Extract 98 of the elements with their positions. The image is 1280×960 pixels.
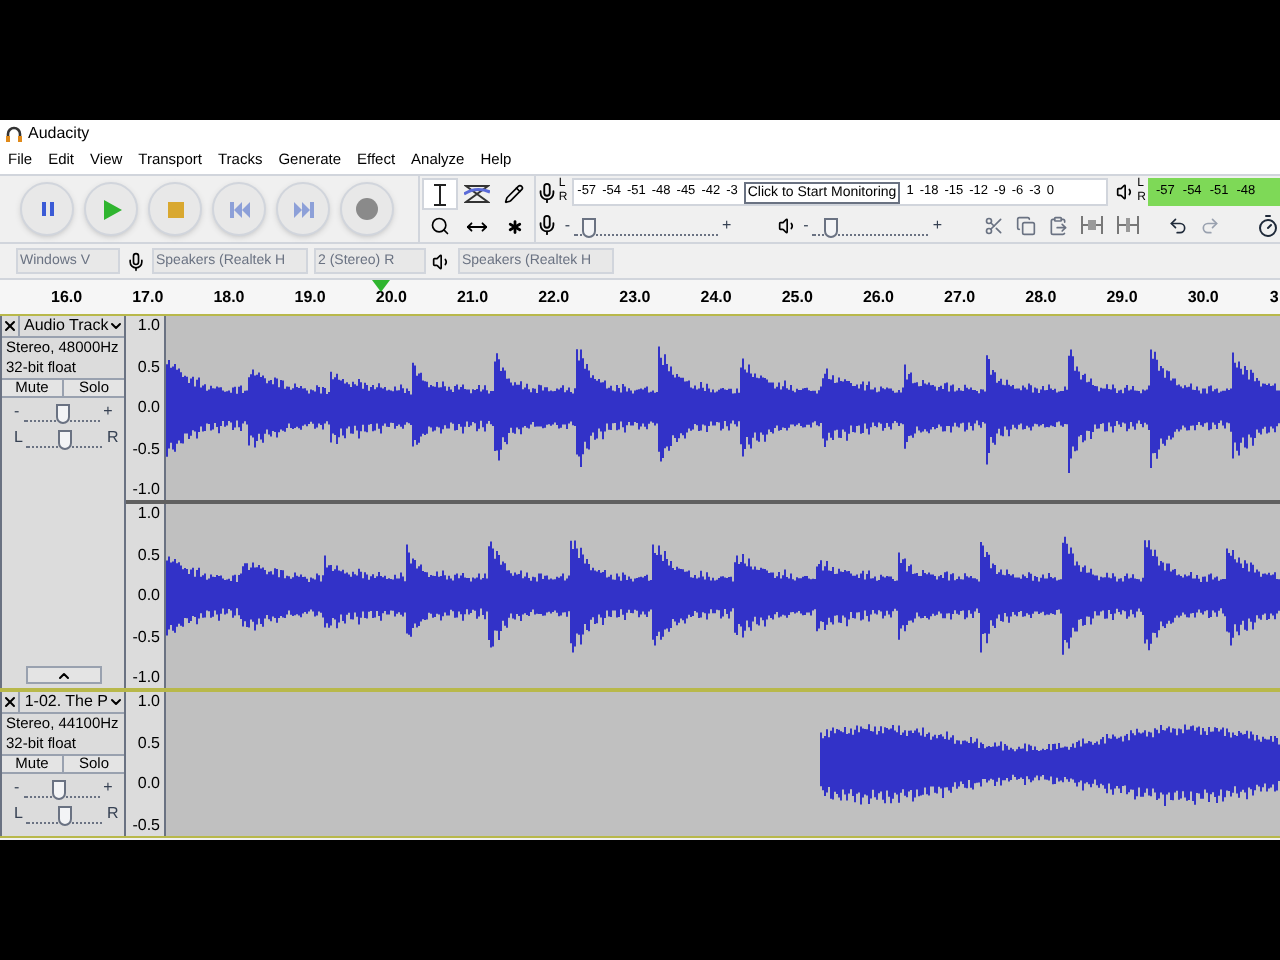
paste-icon xyxy=(1048,215,1068,236)
ruler-label: 3 xyxy=(1269,289,1279,305)
pause-icon xyxy=(41,202,53,216)
ruler-label: 27.0 xyxy=(942,289,978,305)
slider-min-label: L xyxy=(14,430,23,446)
pencil-icon xyxy=(504,184,525,204)
trim-icon xyxy=(1080,216,1104,235)
silence-icon xyxy=(1116,216,1140,235)
undo-icon xyxy=(1168,215,1188,236)
dropdown-icon xyxy=(108,318,125,334)
slider-max-label: + xyxy=(721,217,732,234)
skip-to-start-icon xyxy=(229,201,249,217)
slider-track[interactable] xyxy=(23,402,100,422)
play-button[interactable] xyxy=(84,182,138,236)
scale-label: 0.0 xyxy=(137,588,160,604)
ruler-label: 26.0 xyxy=(860,289,897,305)
envelope-icon xyxy=(464,182,491,206)
close-icon xyxy=(2,694,19,710)
scissors-icon xyxy=(984,215,1004,236)
ruler-label: 29.0 xyxy=(1104,289,1140,305)
slider-min-label: L xyxy=(14,806,23,822)
selection-tool[interactable] xyxy=(422,178,459,210)
skip-to-start-button[interactable] xyxy=(212,182,266,236)
slider-thumb[interactable] xyxy=(58,430,73,450)
track-name-menu[interactable]: Audio Track xyxy=(20,318,125,334)
ruler-label: 17.0 xyxy=(130,289,166,305)
timer-icon xyxy=(1256,213,1280,238)
microphone-icon xyxy=(126,251,146,271)
microphone-icon xyxy=(536,214,559,237)
slider-min-label: - xyxy=(14,780,20,796)
ruler-label: 30.0 xyxy=(1185,289,1221,305)
scale-label: -1.0 xyxy=(132,670,160,686)
scale-label: 0.0 xyxy=(137,776,160,793)
ruler-label: 25.0 xyxy=(779,289,815,305)
scale-label: 1.0 xyxy=(137,506,160,522)
scale-label: 0.5 xyxy=(137,547,160,563)
scale-label: 0.5 xyxy=(137,735,160,752)
redo-icon xyxy=(1200,215,1220,236)
ruler-label: 20.0 xyxy=(373,289,409,305)
skip-to-end-button[interactable] xyxy=(276,182,330,236)
slider-max-label: + xyxy=(103,404,113,420)
slider-track[interactable] xyxy=(812,215,929,236)
slider-track[interactable] xyxy=(26,428,103,448)
slider-thumb[interactable] xyxy=(51,780,66,800)
headphones-icon xyxy=(6,125,22,141)
speaker-icon xyxy=(1115,182,1136,203)
ruler-label: 16.0 xyxy=(49,289,85,305)
slider-thumb[interactable] xyxy=(55,404,70,424)
slider-max-label: R xyxy=(106,806,119,822)
slider-min-label: - xyxy=(564,217,570,234)
close-button[interactable] xyxy=(2,316,20,336)
speaker-icon xyxy=(432,251,452,271)
slider-min-label: - xyxy=(803,217,809,234)
scale-label: 1.0 xyxy=(137,694,160,710)
scale-label: 0.0 xyxy=(137,400,160,416)
zoom-icon xyxy=(430,216,451,236)
track-name-menu[interactable]: 1-02. The P xyxy=(20,694,124,710)
playhead-icon xyxy=(372,280,390,292)
ruler-label: 21.0 xyxy=(454,289,491,305)
scale-label: -0.5 xyxy=(132,441,160,457)
slider-thumb[interactable] xyxy=(824,217,839,238)
skip-to-end-icon xyxy=(293,201,313,217)
scale-label: 1.0 xyxy=(137,318,160,334)
pause-button[interactable] xyxy=(20,182,74,236)
record-icon xyxy=(356,198,378,220)
slider-max-label: + xyxy=(103,780,113,796)
ruler-label: 24.0 xyxy=(698,289,734,305)
microphone-icon xyxy=(536,181,559,204)
close-icon xyxy=(2,318,18,334)
ruler-label: 28.0 xyxy=(1023,289,1059,305)
slider-max-label: + xyxy=(932,217,942,234)
slider-thumb[interactable] xyxy=(58,806,73,826)
scale-label: 0.5 xyxy=(137,359,160,375)
close-button[interactable] xyxy=(2,692,21,712)
window-title: Audacity xyxy=(28,125,90,141)
timeline-ruler[interactable]: 16.0 17.0 18.0 19.0 20.0 21.0 22.0 23.0 24.0 25.0 26.0 27.0 28.0 29.0 30.0 3 xyxy=(0,280,1280,314)
slider-track[interactable] xyxy=(573,215,718,236)
i-beam-icon xyxy=(434,183,447,205)
play-icon xyxy=(101,199,121,219)
asterisk-icon xyxy=(503,215,526,237)
scale-label: -1.0 xyxy=(132,482,160,498)
copy-icon xyxy=(1016,215,1036,236)
speaker-icon xyxy=(777,215,798,236)
ruler-label: 19.0 xyxy=(292,289,328,305)
ruler-label: 18.0 xyxy=(211,289,247,305)
slider-track[interactable] xyxy=(26,804,103,824)
ruler-label: 22.0 xyxy=(536,289,572,305)
record-button[interactable] xyxy=(340,182,394,236)
collapse-button[interactable] xyxy=(25,666,101,684)
ruler-label: 23.0 xyxy=(617,289,653,305)
slider-min-label: - xyxy=(14,404,20,420)
slider-track[interactable] xyxy=(23,778,100,798)
scale-label: -0.5 xyxy=(132,817,160,834)
slider-thumb[interactable] xyxy=(582,217,597,238)
dropdown-icon xyxy=(108,694,124,710)
slider-max-label: R xyxy=(106,430,119,446)
stop-icon xyxy=(167,201,183,217)
scale-label: -0.5 xyxy=(132,629,160,645)
